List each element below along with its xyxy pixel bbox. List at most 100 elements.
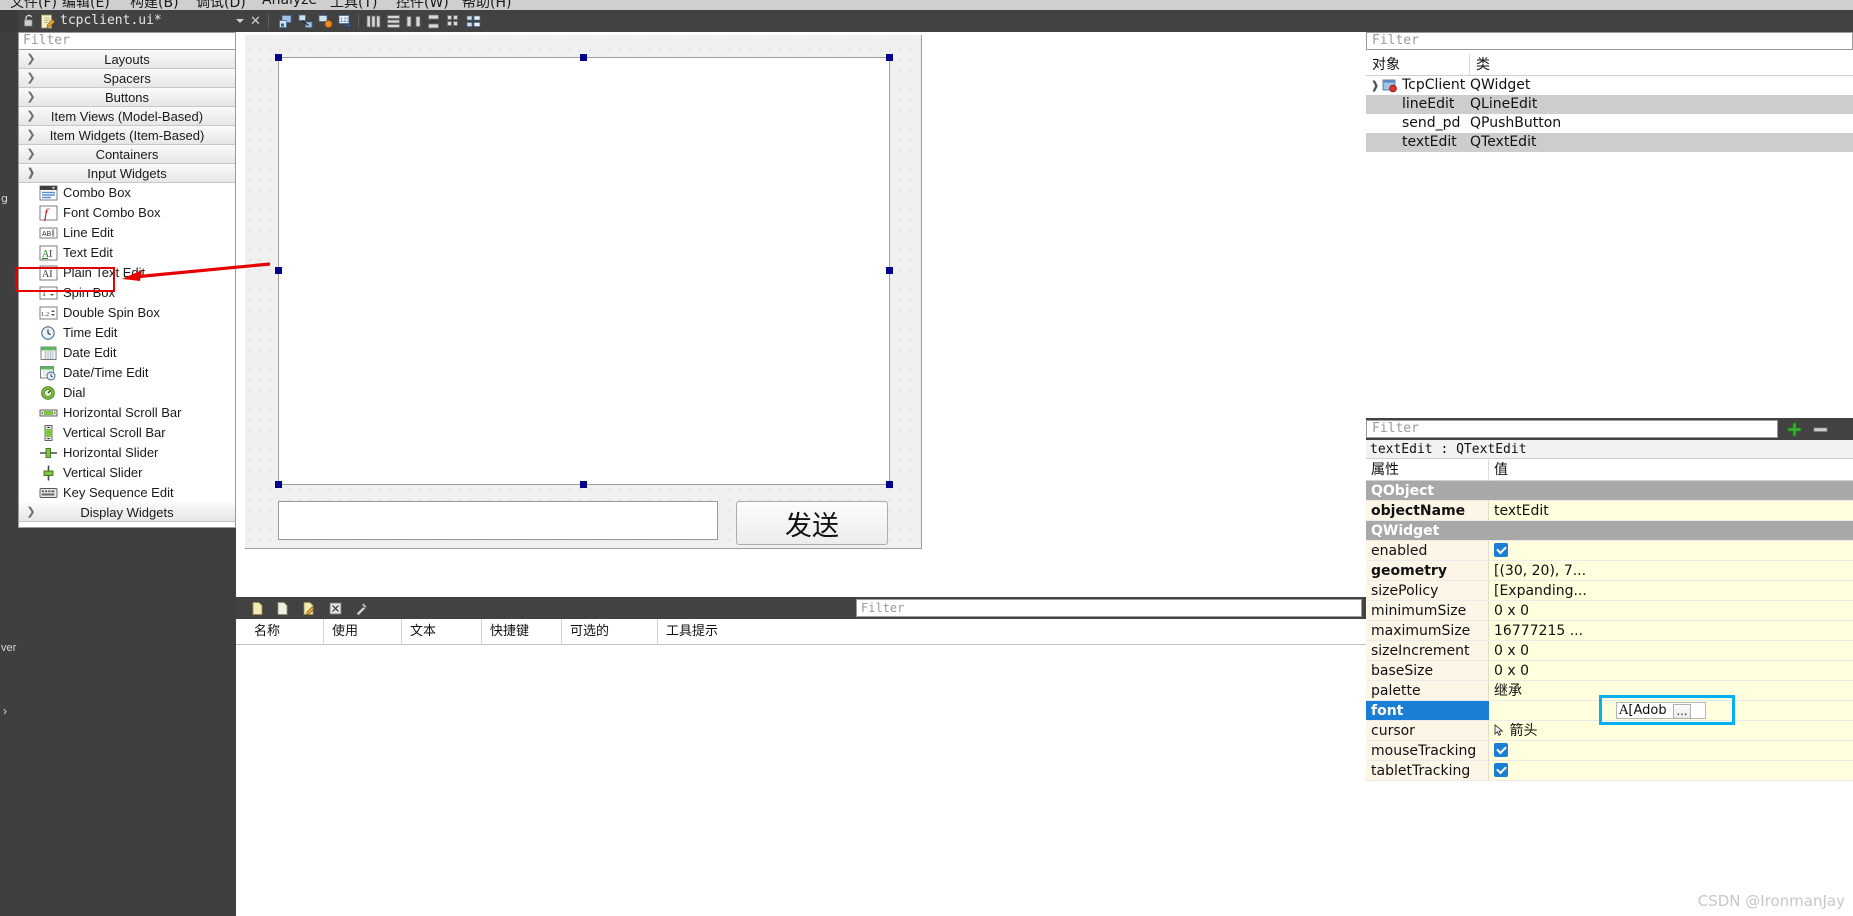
selection-handle-bl[interactable]	[275, 481, 282, 488]
widget-category-layouts[interactable]: ❯ Layouts	[19, 50, 235, 69]
widget-item-horizontal-slider[interactable]: Horizontal Slider	[19, 443, 235, 463]
property-value[interactable]: [(30, 20), 7...	[1489, 561, 1853, 580]
form-widget-textedit[interactable]	[278, 57, 890, 485]
property-value[interactable]: 16777215 ...	[1489, 621, 1853, 640]
property-value-cell[interactable]: A[Adob …	[1489, 695, 1853, 725]
mousetracking-checkbox[interactable]	[1494, 743, 1508, 757]
object-column-name[interactable]: 对象	[1366, 54, 1470, 76]
widget-category-containers[interactable]: ❯ Containers	[19, 145, 235, 164]
widget-item-dial[interactable]: Dial	[19, 383, 235, 403]
property-column-name[interactable]: 属性	[1366, 459, 1489, 481]
menu-item-3[interactable]: 调试(D)	[196, 0, 246, 10]
action-column-name[interactable]: 名称	[246, 619, 324, 645]
edit-signals-slots-icon[interactable]	[298, 14, 313, 29]
font-ellipsis-button[interactable]: …	[1673, 704, 1691, 719]
selection-handle-bc[interactable]	[580, 481, 587, 488]
layout-splitter-horizontal-icon[interactable]	[406, 14, 421, 29]
unlock-icon[interactable]	[22, 14, 36, 28]
selection-handle-ml[interactable]	[275, 267, 282, 274]
widget-item-time-edit[interactable]: Time Edit	[19, 323, 235, 343]
form-widget-pushbutton[interactable]: 发送	[736, 501, 888, 545]
object-inspector-tree[interactable]: ❱ TcpClient QWidget lineEdit QLineEdit s…	[1366, 76, 1853, 154]
widget-category-item-views[interactable]: ❯ Item Views (Model-Based)	[19, 107, 235, 126]
property-row-tablettracking[interactable]: tabletTracking	[1366, 761, 1853, 781]
action-column-text[interactable]: 文本	[402, 619, 482, 645]
action-editor-filter-input[interactable]: Filter	[856, 599, 1362, 617]
edit-tab-order-icon[interactable]: 123	[338, 14, 353, 29]
widget-item-datetime-edit[interactable]: Date/Time Edit	[19, 363, 235, 383]
object-row-textedit[interactable]: textEdit QTextEdit	[1366, 133, 1853, 152]
property-value[interactable]	[1489, 741, 1853, 760]
property-value[interactable]: 继承	[1489, 681, 1853, 700]
selection-handle-mr[interactable]	[886, 267, 893, 274]
property-value[interactable]: [Expanding...	[1489, 581, 1853, 600]
property-row-geometry[interactable]: geometry [(30, 20), 7...	[1366, 561, 1853, 581]
property-value[interactable]	[1489, 761, 1853, 780]
font-value-button[interactable]: A[Adob …	[1616, 702, 1706, 719]
property-row-palette[interactable]: palette 继承	[1366, 681, 1853, 701]
property-row-cursor[interactable]: cursor 箭头	[1366, 721, 1853, 741]
object-row-tcpclient[interactable]: ❱ TcpClient QWidget	[1366, 76, 1853, 95]
layout-grid-icon[interactable]	[446, 14, 461, 29]
object-inspector-filter-input[interactable]: Filter	[1366, 32, 1853, 50]
property-value[interactable]: 箭头	[1489, 721, 1853, 740]
menu-item-0[interactable]: 文件(F)	[10, 0, 57, 10]
menu-item-1[interactable]: 编辑(E)	[62, 0, 110, 10]
widget-item-vertical-scroll-bar[interactable]: Vertical Scroll Bar	[19, 423, 235, 443]
widget-item-vertical-slider[interactable]: Vertical Slider	[19, 463, 235, 483]
new-action-icon[interactable]	[250, 601, 265, 616]
property-row-minimumsize[interactable]: minimumSize 0 x 0	[1366, 601, 1853, 621]
property-editor-filter-input[interactable]: Filter	[1366, 420, 1778, 438]
widget-category-display-widgets[interactable]: ❯ Display Widgets	[19, 503, 235, 522]
selection-handle-tl[interactable]	[275, 54, 282, 61]
edit-action-icon[interactable]	[302, 601, 317, 616]
widget-category-buttons[interactable]: ❯ Buttons	[19, 88, 235, 107]
property-row-font[interactable]: font A[Adob …	[1366, 695, 1853, 725]
property-value[interactable]: 0 x 0	[1489, 661, 1853, 680]
edit-buddies-icon[interactable]	[318, 14, 333, 29]
widget-category-spacers[interactable]: ❯ Spacers	[19, 69, 235, 88]
layout-splitter-vertical-icon[interactable]	[426, 14, 441, 29]
property-row-basesize[interactable]: baseSize 0 x 0	[1366, 661, 1853, 681]
menu-item-6[interactable]: 控件(W)	[396, 0, 449, 10]
tablettracking-checkbox[interactable]	[1494, 763, 1508, 777]
plus-icon[interactable]	[1786, 421, 1803, 438]
widget-item-line-edit[interactable]: AB Line Edit	[19, 223, 235, 243]
property-row-sizepolicy[interactable]: sizePolicy [Expanding...	[1366, 581, 1853, 601]
property-value[interactable]: 0 x 0	[1489, 601, 1853, 620]
widget-item-font-combo-box[interactable]: f Font Combo Box	[19, 203, 235, 223]
widget-category-item-widgets[interactable]: ❯ Item Widgets (Item-Based)	[19, 126, 235, 145]
widget-item-key-sequence-edit[interactable]: Key Sequence Edit	[19, 483, 235, 503]
menu-bar[interactable]: 文件(F) 编辑(E) 构建(B) 调试(D) Analyze 工具(T) 控件(W) 帮助(…	[0, 0, 1853, 10]
object-column-class[interactable]: 类	[1470, 54, 1853, 76]
menu-item-2[interactable]: 构建(B)	[130, 0, 179, 10]
action-column-tooltip[interactable]: 工具提示	[658, 619, 1366, 645]
property-row-enabled[interactable]: enabled	[1366, 541, 1853, 561]
property-column-value[interactable]: 值	[1489, 459, 1853, 481]
configure-action-icon[interactable]	[354, 601, 369, 616]
menu-item-7[interactable]: 帮助(H)	[462, 0, 511, 10]
action-column-used[interactable]: 使用	[324, 619, 402, 645]
widget-item-combo-box[interactable]: Combo Box	[19, 183, 235, 203]
form-canvas[interactable]: 发送	[245, 35, 922, 549]
action-column-checkable[interactable]: 可选的	[562, 619, 658, 645]
property-row-objectname[interactable]: objectName textEdit	[1366, 501, 1853, 521]
property-row-maximumsize[interactable]: maximumSize 16777215 ...	[1366, 621, 1853, 641]
close-icon[interactable]: ✕	[249, 14, 262, 27]
property-editor-list[interactable]: QObject objectName textEdit QWidget enab…	[1366, 481, 1853, 916]
property-value[interactable]	[1489, 541, 1853, 560]
widget-item-date-edit[interactable]: Date Edit	[19, 343, 235, 363]
layout-horizontally-icon[interactable]	[366, 14, 381, 29]
copy-action-icon[interactable]	[276, 601, 291, 616]
property-value[interactable]: textEdit	[1489, 501, 1853, 520]
menu-item-4[interactable]: Analyze	[262, 0, 317, 8]
widget-box-filter-input[interactable]: Filter	[18, 32, 236, 50]
widget-category-input-widgets[interactable]: ❱ Input Widgets	[19, 164, 235, 183]
menu-item-5[interactable]: 工具(T)	[330, 0, 377, 10]
object-row-lineedit[interactable]: lineEdit QLineEdit	[1366, 95, 1853, 114]
layout-vertically-icon[interactable]	[386, 14, 401, 29]
edit-widgets-icon[interactable]	[278, 14, 293, 29]
selection-handle-tc[interactable]	[580, 54, 587, 61]
layout-form-icon[interactable]	[466, 14, 481, 29]
file-tab-label[interactable]: tcpclient.ui*	[60, 12, 162, 30]
